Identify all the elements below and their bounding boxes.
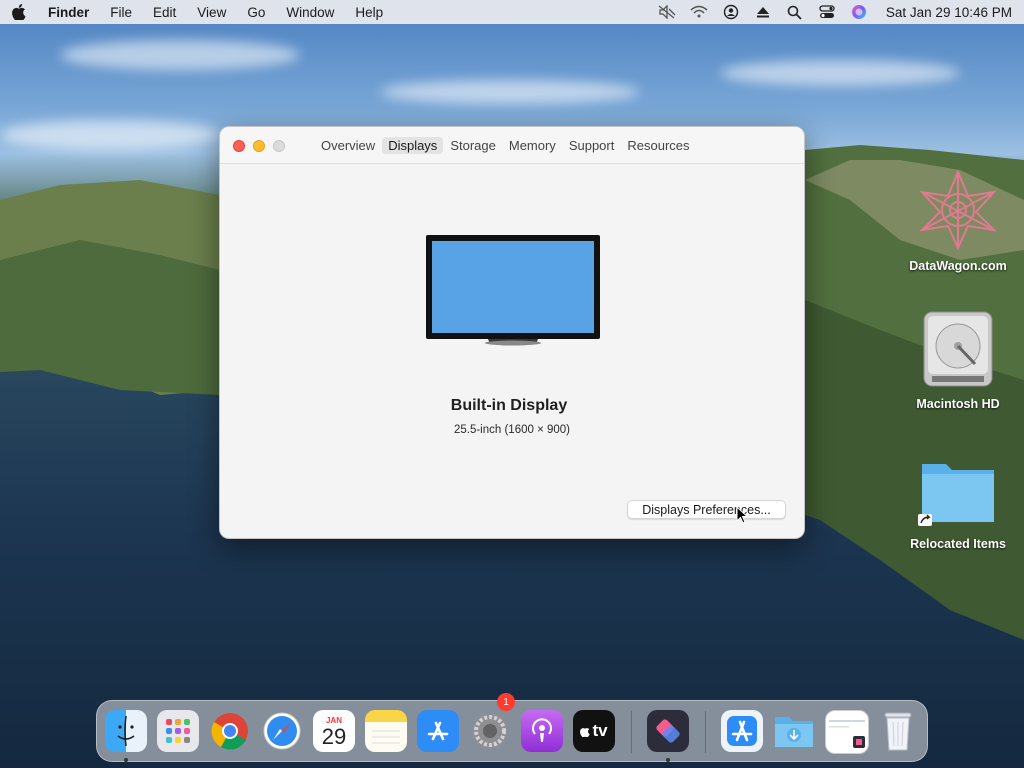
window-titlebar[interactable]: Overview Displays Storage Memory Support…: [220, 127, 804, 164]
tab-displays[interactable]: Displays: [382, 136, 444, 154]
running-indicator: [124, 758, 128, 762]
desktop-icon-relocated-items[interactable]: Relocated Items: [898, 456, 1018, 551]
dock: JAN 29 1 tv: [96, 693, 928, 762]
desktop-icon-label: Relocated Items: [910, 537, 1006, 551]
downloads-folder-icon[interactable]: [773, 710, 815, 752]
calendar-day: 29: [321, 723, 347, 749]
wifi-icon[interactable]: [690, 4, 708, 20]
notification-badge: 1: [497, 693, 515, 711]
desktop-icon-label: Macintosh HD: [916, 397, 1000, 411]
mute-icon[interactable]: [658, 4, 676, 20]
menu-window[interactable]: Window: [286, 5, 334, 20]
finder-icon[interactable]: [105, 710, 147, 752]
menu-file[interactable]: File: [110, 5, 132, 20]
trash-icon[interactable]: [877, 710, 919, 752]
running-indicator: [666, 758, 670, 762]
screenshot-icon[interactable]: [825, 710, 869, 754]
menu-edit[interactable]: Edit: [153, 5, 176, 20]
system-preferences-icon[interactable]: [469, 710, 511, 752]
calendar-icon[interactable]: JAN 29: [313, 710, 355, 752]
minimize-button[interactable]: [253, 140, 265, 152]
menu-view[interactable]: View: [197, 5, 226, 20]
menu-go[interactable]: Go: [247, 5, 265, 20]
hard-drive-icon: [898, 310, 1018, 393]
display-icon: [426, 235, 600, 352]
search-icon[interactable]: [786, 4, 804, 20]
shortcuts-icon[interactable]: [647, 710, 689, 752]
desktop-icon-datawagon[interactable]: DataWagon.com: [898, 169, 1018, 273]
display-name: Built-in Display: [450, 397, 568, 414]
desktop-icon-label: DataWagon.com: [909, 259, 1007, 273]
app-store-folder-icon[interactable]: [721, 710, 763, 752]
menu-help[interactable]: Help: [355, 5, 383, 20]
apple-tv-icon[interactable]: tv: [573, 710, 615, 752]
eject-icon[interactable]: [754, 4, 772, 20]
menu-finder[interactable]: Finder: [48, 5, 89, 20]
notes-icon[interactable]: [365, 710, 407, 752]
siri-icon[interactable]: [850, 4, 868, 20]
menu-bar: Finder File Edit View Go Window Help Sat…: [0, 0, 1024, 24]
dock-separator: [705, 711, 706, 753]
display-spec: 25.5-inch (1600 × 900): [453, 424, 571, 436]
podcasts-icon[interactable]: [521, 710, 563, 752]
user-icon[interactable]: [722, 4, 740, 20]
displays-preferences-button[interactable]: Displays Preferences...: [627, 500, 786, 519]
launchpad-icon[interactable]: [157, 710, 199, 752]
tab-memory[interactable]: Memory: [503, 137, 562, 154]
mouse-cursor-icon: [736, 505, 749, 529]
control-center-icon[interactable]: [818, 4, 836, 20]
folder-alias-icon: [898, 456, 1018, 533]
app-store-icon[interactable]: [417, 710, 459, 752]
tab-support[interactable]: Support: [563, 137, 621, 154]
dock-separator: [631, 711, 632, 753]
desktop-icon-macintosh-hd[interactable]: Macintosh HD: [898, 310, 1018, 411]
menu-clock[interactable]: Sat Jan 29 10:46 PM: [886, 5, 1012, 20]
chrome-icon[interactable]: [209, 710, 251, 752]
tv-label: tv: [592, 721, 608, 740]
tab-bar: Overview Displays Storage Memory Support…: [315, 135, 697, 155]
close-button[interactable]: [233, 140, 245, 152]
about-this-mac-window: Overview Displays Storage Memory Support…: [219, 126, 805, 539]
datawagon-logo-icon: [898, 169, 1018, 255]
tab-storage[interactable]: Storage: [444, 137, 502, 154]
safari-icon[interactable]: [261, 710, 303, 752]
tab-resources[interactable]: Resources: [621, 137, 695, 154]
apple-menu-icon[interactable]: [12, 4, 32, 20]
tab-overview[interactable]: Overview: [315, 137, 381, 154]
zoom-button: [273, 140, 285, 152]
